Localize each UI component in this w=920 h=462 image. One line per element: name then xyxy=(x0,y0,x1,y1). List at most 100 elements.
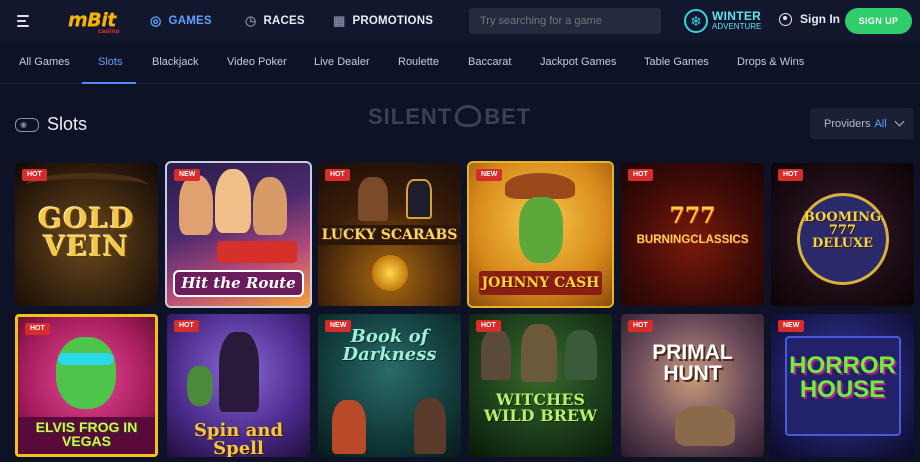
sign-in-button[interactable]: Sign In xyxy=(779,12,840,26)
witch-figure xyxy=(565,330,597,380)
heroine-figure xyxy=(332,400,366,454)
nav-races[interactable]: ◷ RACES xyxy=(245,0,305,42)
game-card-gold-vein[interactable]: HOT GOLD VEIN xyxy=(15,163,158,306)
tab-roulette[interactable]: Roulette xyxy=(398,56,439,68)
stopwatch-icon: ◷ xyxy=(245,13,257,28)
vampire-figure xyxy=(219,332,259,412)
explorer-figure xyxy=(358,177,388,221)
tab-drops-wins[interactable]: Drops & Wins xyxy=(737,56,804,68)
gamepad-icon: ◉ xyxy=(15,118,39,132)
sign-in-label: Sign In xyxy=(800,12,840,26)
frog-character xyxy=(56,337,116,409)
providers-value: All xyxy=(874,117,887,130)
nav-promotions[interactable]: ▦ PROMOTIONS xyxy=(333,0,433,42)
scarab-emblem xyxy=(372,255,408,291)
witch-figure xyxy=(187,366,213,406)
game-card-elvis-frog[interactable]: HOT ELVIS FROG IN VEGAS xyxy=(15,314,158,457)
nav-promotions-label: PROMOTIONS xyxy=(352,15,434,27)
watermark-left: SILENT xyxy=(368,104,453,129)
nav-races-label: RACES xyxy=(263,15,305,27)
controller-icon: ◎ xyxy=(150,13,162,28)
game-title: WITCHES WILD BREW xyxy=(483,390,598,425)
tab-blackjack[interactable]: Blackjack xyxy=(152,56,198,68)
chevron-down-icon xyxy=(894,116,905,127)
hot-badge: HOT xyxy=(778,169,803,181)
character-figure xyxy=(179,175,213,235)
game-card-spin-and-spell[interactable]: HOT Spin and Spell xyxy=(167,314,310,457)
game-card-johnny-cash[interactable]: NEW JOHNNY CASH xyxy=(467,161,614,308)
owl-icon xyxy=(455,105,482,127)
sign-up-button[interactable]: SIGN UP xyxy=(845,8,912,34)
new-badge: NEW xyxy=(778,320,805,332)
nav-games-label: GAMES xyxy=(168,15,212,27)
game-title: BOOMING 777 DELUXE xyxy=(803,210,882,251)
mine-cart-graphic xyxy=(217,241,297,263)
sunglasses-graphic xyxy=(58,353,114,365)
providers-dropdown[interactable]: Providers All xyxy=(810,108,913,139)
gift-icon: ▦ xyxy=(333,13,346,28)
game-card-book-of-darkness[interactable]: NEW Book of Darkness xyxy=(318,314,461,457)
category-tabs: All Games Slots Blackjack Video Poker Li… xyxy=(0,42,920,84)
section-title: Slots xyxy=(47,114,88,134)
hot-badge: HOT xyxy=(476,320,501,332)
game-title: Hit the Route xyxy=(173,270,304,297)
watermark-right: BET xyxy=(484,104,532,129)
sabertooth-figure xyxy=(675,406,735,446)
hot-badge: HOT xyxy=(174,320,199,332)
tab-table-games[interactable]: Table Games xyxy=(644,56,709,68)
game-card-lucky-scarabs[interactable]: HOT LUCKY SCARABS xyxy=(318,163,461,306)
logo-subtext: casino xyxy=(98,28,120,35)
tab-slots[interactable]: Slots xyxy=(98,56,122,68)
anubis-figure xyxy=(406,179,432,219)
hot-badge: HOT xyxy=(22,169,47,181)
character-figure xyxy=(215,169,251,233)
hamburger-menu-icon[interactable] xyxy=(17,15,29,27)
tab-jackpot-games[interactable]: Jackpot Games xyxy=(540,56,616,68)
promo-line-2: ADVENTURE xyxy=(712,22,762,31)
promo-line-1: WINTER xyxy=(712,9,762,23)
game-title: LUCKY SCARABS xyxy=(318,225,461,245)
tab-all-games[interactable]: All Games xyxy=(19,56,70,68)
witch-figure xyxy=(481,330,511,380)
character-figure xyxy=(253,177,287,235)
game-title: PRIMAL HUNT xyxy=(652,341,733,385)
game-title: BURNINGCLASSICS xyxy=(636,234,749,246)
tab-baccarat[interactable]: Baccarat xyxy=(468,56,511,68)
hero-figure xyxy=(414,398,446,454)
user-icon xyxy=(779,12,792,26)
game-card-burning-classics[interactable]: HOT 777 BURNINGCLASSICS xyxy=(621,163,764,306)
game-title: JOHNNY CASH xyxy=(479,271,602,295)
brand-logo[interactable]: mBit casino xyxy=(68,9,120,35)
active-tab-indicator xyxy=(82,82,136,84)
top-navigation-bar: mBit casino ◎ GAMES ◷ RACES ▦ PROMOTIONS… xyxy=(0,0,920,42)
game-title: Book of Darkness xyxy=(342,326,437,365)
hot-badge: HOT xyxy=(325,169,350,181)
tab-live-dealer[interactable]: Live Dealer xyxy=(314,56,370,68)
sevens-graphic: 777 xyxy=(669,203,716,229)
game-card-booming-777-deluxe[interactable]: HOT BOOMING 777 DELUXE xyxy=(771,163,914,306)
new-badge: NEW xyxy=(174,169,201,181)
game-card-witches-wild-brew[interactable]: HOT WITCHES WILD BREW xyxy=(469,314,612,457)
game-card-hit-the-route[interactable]: NEW Hit the Route xyxy=(165,161,312,308)
game-title: Spin and Spell xyxy=(193,420,284,458)
new-badge: NEW xyxy=(325,320,352,332)
hot-badge: HOT xyxy=(628,320,653,332)
game-title: ELVIS FROG IN VEGAS xyxy=(18,417,155,454)
nav-games[interactable]: ◎ GAMES xyxy=(150,0,212,42)
snowflake-icon: ❄ xyxy=(684,9,708,33)
game-card-horror-house[interactable]: NEW HORROR HOUSE xyxy=(771,314,914,457)
winter-adventure-promo[interactable]: ❄ WINTER ADVENTURE xyxy=(684,8,764,34)
hot-badge: HOT xyxy=(628,169,653,181)
hot-badge: HOT xyxy=(25,323,50,335)
cowboy-hat-graphic xyxy=(505,173,575,199)
game-title: GOLD VEIN xyxy=(38,202,135,263)
watermark: SILENT BET xyxy=(368,104,531,130)
witch-figure xyxy=(521,324,557,382)
tab-video-poker[interactable]: Video Poker xyxy=(227,56,287,68)
game-card-primal-hunt[interactable]: HOT PRIMAL HUNT xyxy=(621,314,764,457)
game-title: HORROR HOUSE xyxy=(789,352,896,403)
search-input[interactable] xyxy=(469,8,661,34)
new-badge: NEW xyxy=(476,169,503,181)
providers-label: Providers xyxy=(824,117,871,130)
cactus-character xyxy=(519,197,563,263)
